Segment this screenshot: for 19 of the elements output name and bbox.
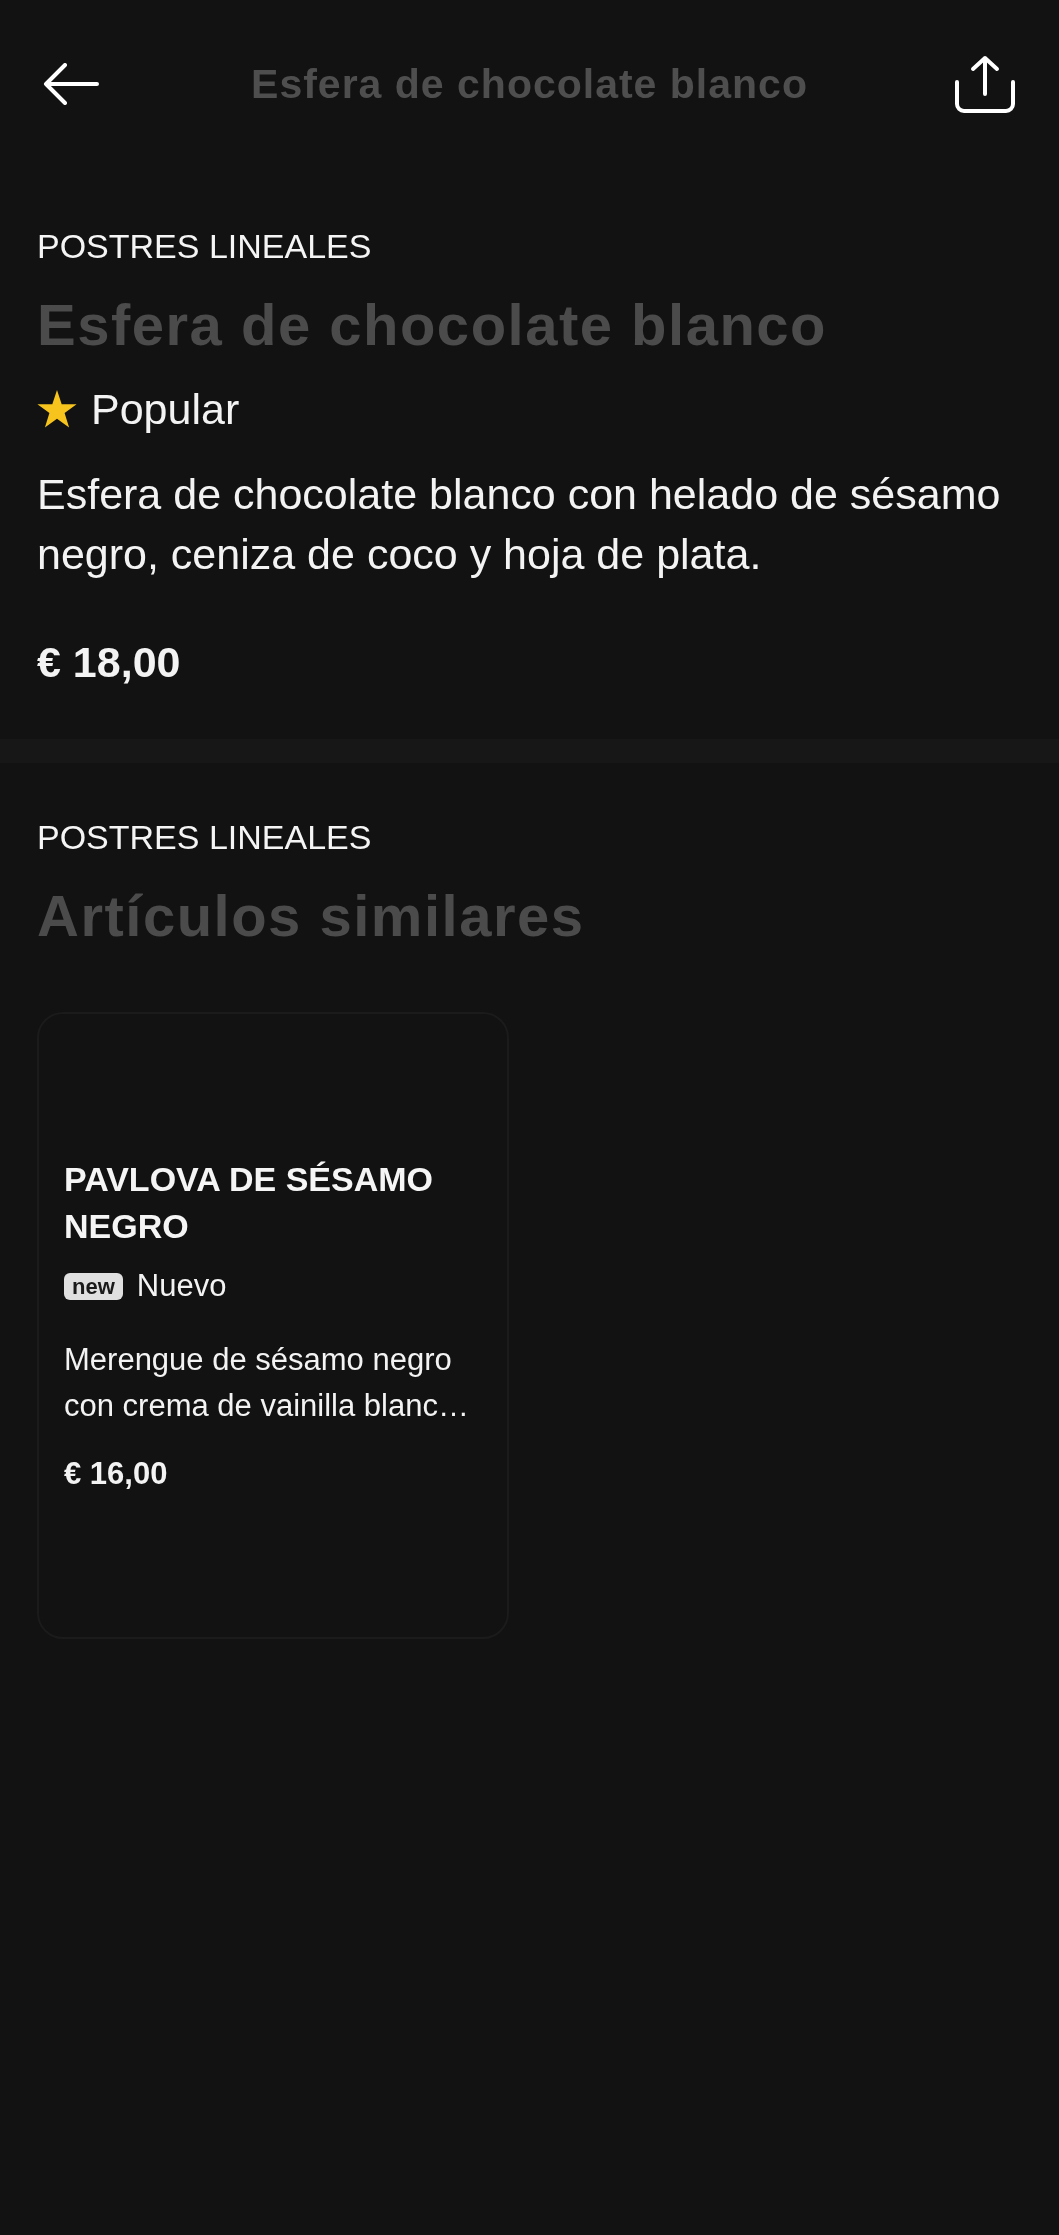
category-label: POSTRES LINEALES (37, 817, 372, 857)
share-icon (954, 55, 1016, 113)
product-card[interactable]: PAVLOVA DE SÉSAMO NEGRO new Nuevo Merengue de sésamo negro con crema de vainilla blanc… € 16,00 (37, 1012, 509, 1639)
product-price: € 18,00 (37, 637, 181, 688)
card-description: Merengue de sésamo negro con crema de vainilla blanc… (64, 1341, 470, 1425)
tag-label: Popular (91, 384, 240, 434)
category-label: POSTRES LINEALES (37, 226, 372, 266)
back-button[interactable] (43, 63, 99, 105)
card-price: € 16,00 (64, 1455, 168, 1493)
product-description: Esfera de chocolate blanco con helado de sésamo negro, ceniza de coco y hoja de plata. (37, 469, 1002, 580)
card-title: PAVLOVA DE SÉSAMO NEGRO (64, 1159, 434, 1247)
page-title: Esfera de chocolate blanco (251, 60, 808, 108)
new-badge: new (64, 1272, 123, 1300)
tag-label: Nuevo (136, 1267, 227, 1305)
share-button[interactable] (954, 55, 1016, 113)
left-arrow-icon (43, 63, 99, 105)
product-title: Esfera de chocolate blanco (37, 291, 828, 359)
star-icon (37, 390, 77, 428)
section-title: Artículos similares (37, 882, 585, 950)
